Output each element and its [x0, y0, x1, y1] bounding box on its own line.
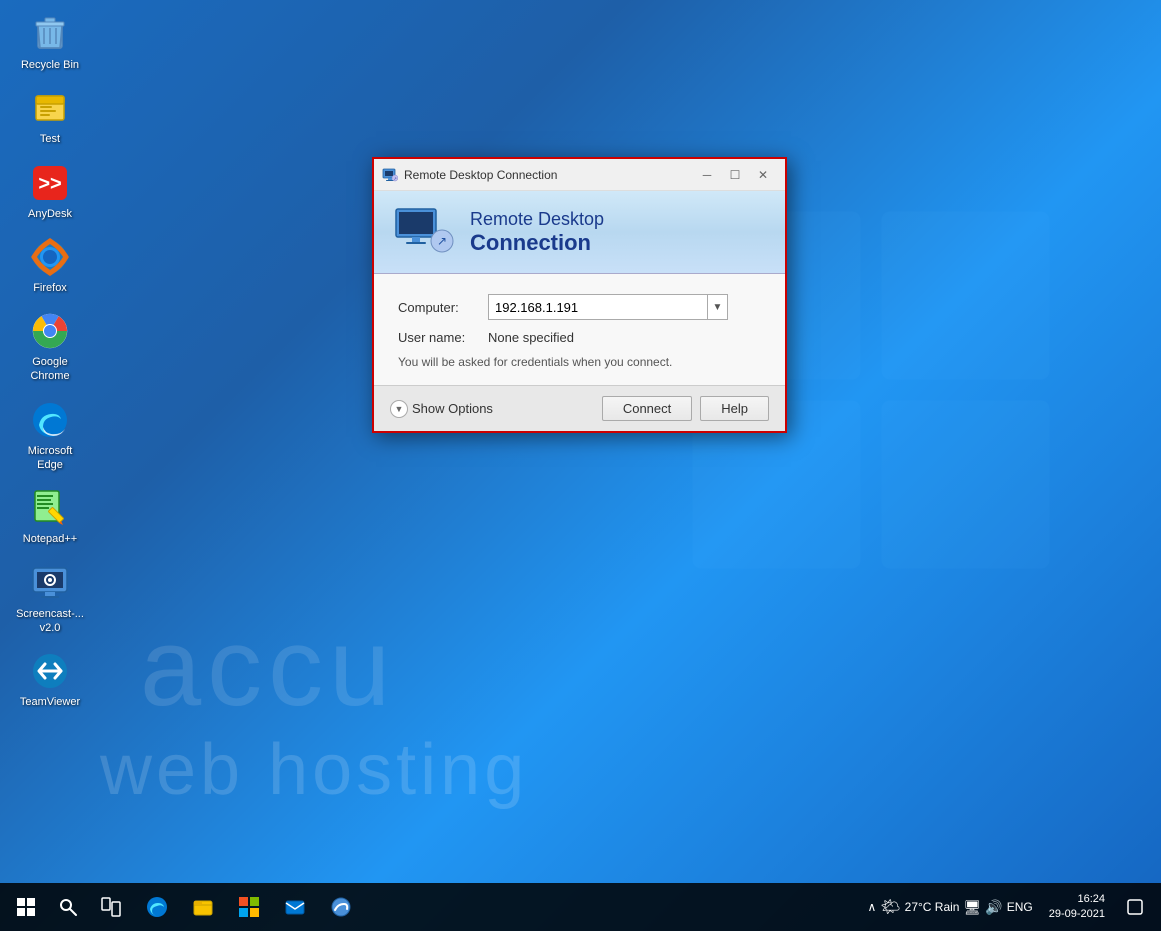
taskbar-store-item[interactable]: [227, 885, 271, 929]
notification-icon: [1127, 899, 1143, 915]
desktop-icon-screencast[interactable]: Screencast-... v2.0: [10, 559, 90, 640]
taskbar-volume-icon[interactable]: 🔊: [985, 899, 1002, 916]
rdp-computer-label: Computer:: [398, 300, 488, 315]
task-view-icon: [101, 897, 121, 917]
watermark-webhosting: web hosting: [100, 729, 528, 811]
desktop-icon-edge[interactable]: Microsoft Edge: [10, 396, 90, 477]
rdp-footer-buttons: Connect Help: [602, 396, 769, 421]
extra-taskbar-icon: [330, 896, 352, 918]
rdp-close-btn[interactable]: ✕: [749, 163, 777, 187]
screencast-icon: [30, 563, 70, 603]
taskbar-notification-btn[interactable]: [1113, 885, 1157, 929]
test-icon: [30, 88, 70, 128]
rdp-username-row: User name: None specified: [398, 330, 761, 345]
rdp-header-icon: ↗: [394, 207, 454, 257]
taskbar-date-value: 29-09-2021: [1049, 907, 1105, 922]
taskbar-weather-icon: 🌤: [880, 897, 900, 917]
rdp-title-line2: Connection: [470, 230, 604, 256]
chrome-label: Google Chrome: [14, 355, 86, 384]
svg-text:>>: >>: [38, 173, 61, 195]
rdp-computer-input[interactable]: [489, 298, 707, 317]
desktop-icon-recycle-bin[interactable]: Recycle Bin: [10, 10, 90, 76]
desktop-icon-notepadpp[interactable]: Notepad++: [10, 484, 90, 550]
taskbar-mail-item[interactable]: [273, 885, 317, 929]
explorer-taskbar-icon: [192, 896, 214, 918]
desktop-icon-anydesk[interactable]: >> AnyDesk: [10, 159, 90, 225]
rdp-show-options[interactable]: ▼ Show Options: [390, 400, 493, 418]
taskbar-explorer-item[interactable]: [181, 885, 225, 929]
rdp-minimize-btn[interactable]: ─: [693, 163, 721, 187]
taskbar-search-button[interactable]: [50, 889, 86, 925]
chrome-icon: [30, 311, 70, 351]
mail-taskbar-icon: [284, 896, 306, 918]
rdp-titlebar-buttons: ─ ☐ ✕: [693, 163, 777, 187]
rdp-body: Computer: ▼ User name: None specified Yo…: [374, 274, 785, 385]
desktop-icon-teamviewer[interactable]: TeamViewer: [10, 647, 90, 713]
rdp-maximize-btn[interactable]: ☐: [721, 163, 749, 187]
taskbar-extra-item[interactable]: [319, 885, 363, 929]
taskbar-task-view[interactable]: [89, 885, 133, 929]
taskbar-hidden-icons-btn[interactable]: ∧: [868, 900, 877, 914]
edge-taskbar-icon: [146, 896, 168, 918]
edge-icon: [30, 400, 70, 440]
desktop-icon-firefox[interactable]: Firefox: [10, 233, 90, 299]
store-taskbar-icon: [238, 896, 260, 918]
firefox-icon: [30, 237, 70, 277]
test-label: Test: [40, 132, 60, 146]
desktop: accu web hosting Recycle Bin: [0, 0, 1161, 931]
notepadpp-label: Notepad++: [23, 532, 77, 546]
rdp-computer-dropdown[interactable]: ▼: [707, 295, 727, 319]
rdp-header: ↗ Remote Desktop Connection: [374, 191, 785, 274]
taskbar-system-tray: ∧ 🌤 27°C Rain 🖥 🔊 ENG: [860, 897, 1041, 917]
rdp-titlebar-icon: ↗: [382, 167, 398, 183]
rdp-titlebar: ↗ Remote Desktop Connection ─ ☐ ✕: [374, 159, 785, 191]
anydesk-label: AnyDesk: [28, 207, 72, 221]
rdp-credentials-note: You will be asked for credentials when y…: [398, 355, 761, 369]
taskbar-start-button[interactable]: [4, 885, 48, 929]
rdp-help-button[interactable]: Help: [700, 396, 769, 421]
firefox-label: Firefox: [33, 281, 67, 295]
screencast-label: Screencast-... v2.0: [16, 607, 84, 636]
rdp-footer: ▼ Show Options Connect Help: [374, 385, 785, 431]
rdp-connect-button[interactable]: Connect: [602, 396, 692, 421]
rdp-dialog: ↗ Remote Desktop Connection ─ ☐ ✕: [372, 157, 787, 433]
teamviewer-icon: [30, 651, 70, 691]
taskbar-network-icon[interactable]: 🖥: [963, 899, 981, 916]
taskbar-weather-text: 27°C Rain: [905, 900, 960, 914]
edge-label: Microsoft Edge: [14, 444, 86, 473]
rdp-username-label: User name:: [398, 330, 488, 345]
windows-start-icon: [16, 897, 36, 917]
svg-text:↗: ↗: [393, 176, 396, 181]
desktop-icon-chrome[interactable]: Google Chrome: [10, 307, 90, 388]
taskbar: ∧ 🌤 27°C Rain 🖥 🔊 ENG 16:24 29-09-2021: [0, 883, 1161, 931]
notepadpp-icon: [30, 488, 70, 528]
rdp-computer-row: Computer: ▼: [398, 294, 761, 320]
recycle-bin-label: Recycle Bin: [21, 58, 79, 72]
watermark-accu: accu: [140, 604, 396, 731]
recycle-bin-icon: [30, 14, 70, 54]
rdp-computer-input-wrapper[interactable]: ▼: [488, 294, 728, 320]
taskbar-edge-item[interactable]: [135, 885, 179, 929]
search-icon: [58, 897, 78, 917]
taskbar-language: ENG: [1007, 900, 1033, 914]
rdp-title-line1: Remote Desktop: [470, 209, 604, 230]
teamviewer-label: TeamViewer: [20, 695, 80, 709]
rdp-titlebar-title: Remote Desktop Connection: [404, 168, 693, 182]
rdp-show-options-label: Show Options: [412, 401, 493, 416]
desktop-icon-test[interactable]: Test: [10, 84, 90, 150]
rdp-show-options-icon: ▼: [390, 400, 408, 418]
taskbar-time[interactable]: 16:24 29-09-2021: [1041, 892, 1113, 923]
rdp-username-value: None specified: [488, 330, 574, 345]
rdp-header-title: Remote Desktop Connection: [470, 209, 604, 256]
anydesk-icon: >>: [30, 163, 70, 203]
taskbar-time-value: 16:24: [1049, 892, 1105, 907]
desktop-icons: Recycle Bin Test >> AnyDes: [10, 10, 90, 714]
svg-text:↗: ↗: [437, 234, 447, 248]
